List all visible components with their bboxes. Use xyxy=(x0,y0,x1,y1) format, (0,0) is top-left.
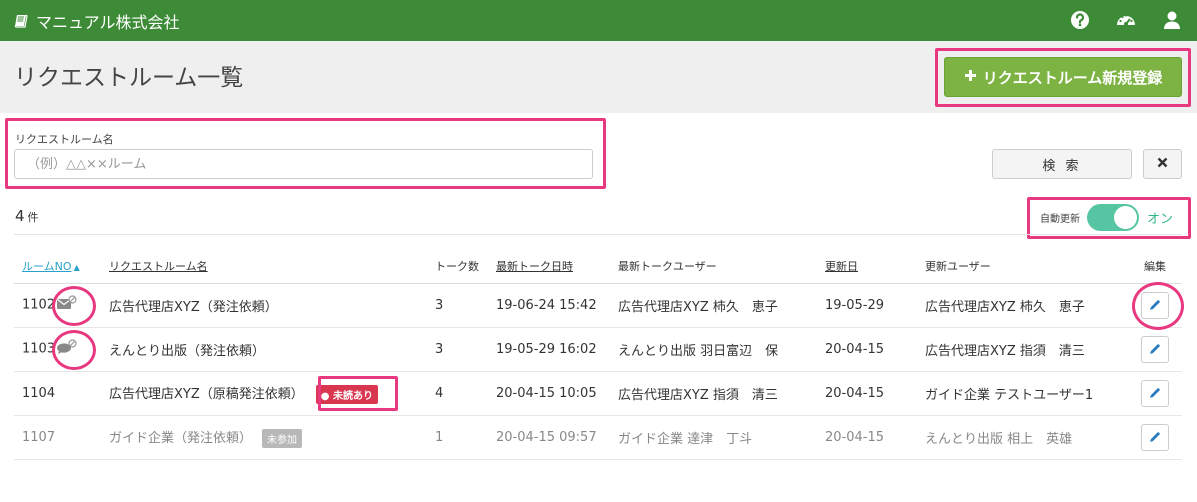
edit-cell xyxy=(1128,371,1182,416)
room-no: 1103 xyxy=(22,341,56,357)
auto-refresh-state: オン xyxy=(1147,212,1174,227)
latest-talk-time: 20-04-15 09:57 xyxy=(488,415,610,460)
latest-talk-user: 広告代理店XYZ 柿久 恵子 xyxy=(610,283,817,328)
room-name: ガイド企業（発注依頼） xyxy=(109,430,253,446)
room-name[interactable]: 広告代理店XYZ（発注依頼） xyxy=(101,283,427,328)
pencil-icon xyxy=(1150,343,1161,354)
dashboard-icon[interactable] xyxy=(1115,9,1137,31)
room-no: 1102 xyxy=(22,297,56,313)
latest-talk-user: えんとり出版 羽日富辺 保 xyxy=(610,327,817,372)
brand[interactable]: マニュアル株式会社 xyxy=(14,9,180,33)
edit-button[interactable] xyxy=(1141,335,1169,363)
result-count: 4件 xyxy=(15,207,39,225)
updated-date: 20-04-15 xyxy=(817,415,917,460)
col-room-name[interactable]: リクエストルーム名 xyxy=(101,250,427,284)
col-updated-label: 更新日 xyxy=(825,260,858,274)
talk-count: 1 xyxy=(427,415,488,460)
talk-count: 3 xyxy=(427,283,488,328)
col-room-no[interactable]: ルームNO ▲ xyxy=(14,250,101,284)
col-updated[interactable]: 更新日 xyxy=(817,250,917,284)
room-name-cell[interactable]: ガイド企業（発注依頼） 未参加 xyxy=(101,415,427,460)
edit-button[interactable] xyxy=(1141,423,1169,451)
latest-talk-user: 広告代理店XYZ 指須 清三 xyxy=(610,371,817,416)
updated-date: 20-04-15 xyxy=(817,371,917,416)
result-count-unit: 件 xyxy=(27,211,39,224)
edit-cell xyxy=(1128,415,1182,460)
highlight-row1-icon xyxy=(52,286,96,326)
pencil-icon xyxy=(1150,431,1161,442)
table-row[interactable]: 1104 広告代理店XYZ（原稿発注依頼） ● 未読あり 4 20-04-15 1… xyxy=(14,371,1182,416)
search-button[interactable]: 検 索 xyxy=(992,149,1132,179)
latest-talk-time: 19-06-24 15:42 xyxy=(488,283,610,328)
col-room-name-label: リクエストルーム名 xyxy=(109,260,208,274)
col-latest-user: 最新トークユーザー xyxy=(610,250,817,284)
room-name[interactable]: えんとり出版（発注依頼） xyxy=(101,327,427,372)
col-latest-time-label: 最新トーク日時 xyxy=(496,260,573,274)
new-room-label: リクエストルーム新規登録 xyxy=(982,68,1163,87)
room-no-cell: 1107 xyxy=(14,415,101,460)
col-talks: トーク数 xyxy=(427,250,488,284)
highlight-unread-badge xyxy=(318,376,398,411)
edit-button[interactable] xyxy=(1141,379,1169,407)
room-name: 広告代理店XYZ（原稿発注依頼） xyxy=(109,386,304,402)
auto-refresh-toggle[interactable] xyxy=(1087,204,1139,231)
divider xyxy=(14,234,1182,235)
highlight-row2-icon xyxy=(52,330,96,370)
latest-talk-time: 19-05-29 16:02 xyxy=(488,327,610,372)
latest-talk-user: ガイド企業 達津 丁斗 xyxy=(610,415,817,460)
latest-talk-time: 20-04-15 10:05 xyxy=(488,371,610,416)
col-edit: 編集 xyxy=(1128,250,1182,284)
close-icon xyxy=(1157,156,1168,172)
col-room-no-label: ルームNO xyxy=(22,260,72,274)
room-no: 1107 xyxy=(22,429,56,445)
table-row[interactable]: 1107 ガイド企業（発注依頼） 未参加 1 20-04-15 09:57 ガイド… xyxy=(14,415,1182,460)
not-joined-badge: 未参加 xyxy=(262,428,303,448)
new-room-button[interactable]: リクエストルーム新規登録 xyxy=(944,57,1182,97)
room-table: ルームNO ▲ リクエストルーム名 トーク数 最新トーク日時 最新トークユーザー … xyxy=(14,250,1182,460)
table-row[interactable]: 1103 えんとり出版（発注依頼） 3 19-05-29 16:02 えんとり出… xyxy=(14,327,1182,372)
help-icon[interactable] xyxy=(1069,9,1091,31)
book-icon xyxy=(14,13,30,29)
page-title: リクエストルーム一覧 xyxy=(14,65,244,91)
edit-cell xyxy=(1128,327,1182,372)
user-icon[interactable] xyxy=(1161,9,1183,31)
highlight-edit-button xyxy=(1132,282,1184,330)
clear-button[interactable] xyxy=(1143,149,1182,179)
plus-icon xyxy=(964,68,977,86)
table-header: ルームNO ▲ リクエストルーム名 トーク数 最新トーク日時 最新トークユーザー … xyxy=(14,250,1182,284)
updated-date: 19-05-29 xyxy=(817,283,917,328)
col-updater: 更新ユーザー xyxy=(917,250,1128,284)
room-no: 1104 xyxy=(22,385,56,401)
room-no-cell: 1104 xyxy=(14,371,101,416)
updated-user: えんとり出版 相上 英雄 xyxy=(917,415,1128,460)
col-latest-time[interactable]: 最新トーク日時 xyxy=(488,250,610,284)
table-row[interactable]: 1102 広告代理店XYZ（発注依頼） 3 19-06-24 15:42 広告代… xyxy=(14,283,1182,328)
app-title: マニュアル株式会社 xyxy=(36,13,180,32)
top-navbar: マニュアル株式会社 xyxy=(0,0,1197,41)
updated-date: 20-04-15 xyxy=(817,327,917,372)
updated-user: 広告代理店XYZ 指須 清三 xyxy=(917,327,1128,372)
toggle-knob xyxy=(1114,206,1137,229)
result-count-number: 4 xyxy=(15,207,25,225)
talk-count: 4 xyxy=(427,371,488,416)
sort-asc-icon: ▲ xyxy=(73,263,80,273)
search-label: リクエストルーム名 xyxy=(15,133,114,146)
updated-user: 広告代理店XYZ 柿久 恵子 xyxy=(917,283,1128,328)
room-name-search-input[interactable] xyxy=(14,149,593,179)
updated-user: ガイド企業 テストユーザー1 xyxy=(917,371,1128,416)
auto-refresh-label: 自動更新 xyxy=(1040,214,1080,225)
pencil-icon xyxy=(1150,387,1161,398)
talk-count: 3 xyxy=(427,327,488,372)
